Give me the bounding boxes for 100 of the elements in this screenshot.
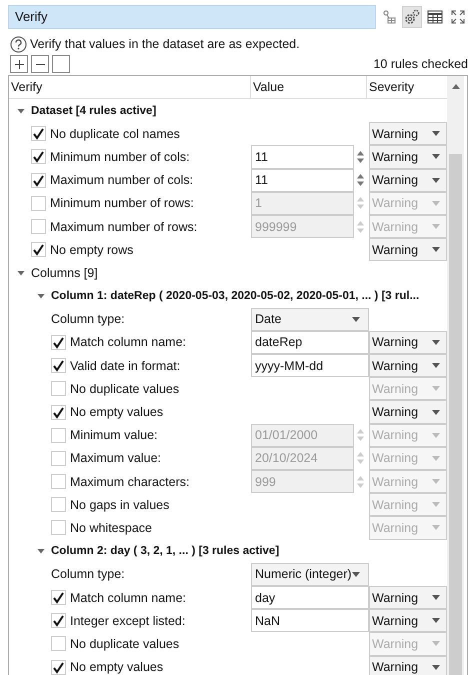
caret-icon <box>432 224 440 230</box>
caret-icon <box>432 340 440 345</box>
checkbox[interactable] <box>51 474 66 490</box>
caret-icon <box>432 410 440 415</box>
caret-icon <box>432 595 440 600</box>
caret-icon <box>432 178 440 183</box>
rule-label: No duplicate col names <box>50 126 180 141</box>
column-header[interactable]: Verify <box>9 76 251 98</box>
rule-label: No duplicate values <box>70 382 180 396</box>
caret-icon <box>432 131 440 136</box>
rule-label: Match column name: <box>70 335 186 350</box>
tree-node-label[interactable]: Columns [9] <box>31 266 98 280</box>
rule-label: Minimum value: <box>70 428 158 442</box>
tree-node-label[interactable]: Column 1: dateRep ( 2020-05-03, 2020-05-02, 2020-05-01, ... ) [3 rul... <box>51 290 420 302</box>
checkbox[interactable] <box>31 196 46 211</box>
column-header[interactable]: Value <box>251 76 367 98</box>
severity-dropdown[interactable]: Warning <box>369 609 447 632</box>
tree-node-label[interactable]: Dataset [4 rules active] <box>31 104 156 117</box>
checkbox[interactable] <box>51 613 66 628</box>
checkbox[interactable] <box>31 172 46 188</box>
checkbox[interactable] <box>31 242 46 258</box>
value-field[interactable]: 11 <box>251 168 354 192</box>
checkbox[interactable] <box>51 404 66 420</box>
checkbox[interactable] <box>51 450 66 466</box>
help-text: Verify that values in the dataset are as expected. <box>30 37 300 51</box>
rule-label: Match column name: <box>70 590 186 605</box>
caret-icon <box>432 664 440 670</box>
checkbox[interactable] <box>51 660 66 675</box>
column-type-dropdown[interactable]: Date <box>251 308 369 331</box>
caret-icon <box>432 386 440 392</box>
checkbox[interactable] <box>51 520 66 536</box>
panel-title: Verify <box>8 5 376 29</box>
value-field[interactable]: 11 <box>251 145 354 169</box>
caret-icon <box>352 572 360 577</box>
checkbox[interactable] <box>51 334 66 350</box>
caret-icon <box>432 479 440 484</box>
remove-button[interactable] <box>31 55 49 73</box>
rule-label: No whitespace <box>70 520 152 535</box>
rule-label: No duplicate values <box>70 636 180 651</box>
spinner-icon[interactable] <box>356 172 365 188</box>
checkbox[interactable] <box>31 149 46 164</box>
tree-node-label[interactable]: Column 2: day ( 3, 2, 1, ... ) [3 rules active] <box>51 545 280 558</box>
value-field[interactable]: dateRep <box>251 330 369 354</box>
caret-icon <box>432 247 440 252</box>
column-header[interactable]: Severity <box>367 76 447 98</box>
field-label: Column type: <box>51 312 125 326</box>
caret-icon <box>432 618 440 624</box>
scroll-up-arrow-icon[interactable] <box>452 84 460 89</box>
column-type-dropdown[interactable]: Numeric (integer) <box>251 562 369 586</box>
expand-arrow-icon[interactable] <box>37 292 45 300</box>
severity-dropdown[interactable]: Warning <box>369 330 447 354</box>
caret-icon <box>432 456 440 461</box>
caret-icon <box>432 502 440 508</box>
checkbox[interactable] <box>51 428 66 443</box>
value-field[interactable]: day <box>251 586 369 610</box>
severity-dropdown[interactable]: Warning <box>369 354 447 378</box>
rules-checked-count: 10 rules checked <box>373 57 468 71</box>
checkbox[interactable] <box>51 590 66 606</box>
rule-label: Maximum number of cols: <box>50 173 194 188</box>
caret-icon <box>432 154 440 160</box>
checkbox[interactable] <box>51 358 66 374</box>
rule-label: No gaps in values <box>70 498 170 512</box>
rule-label: Maximum characters: <box>70 474 190 489</box>
checkbox[interactable] <box>31 126 46 142</box>
rule-label: Valid date in format: <box>70 358 180 373</box>
caret-icon <box>352 316 360 322</box>
rule-label: Minimum number of rows: <box>50 196 194 210</box>
severity-dropdown[interactable]: Warning <box>369 145 447 169</box>
scrollbar[interactable] <box>447 76 464 675</box>
severity-dropdown[interactable]: Warning <box>369 168 447 192</box>
expand-arrow-icon[interactable] <box>17 268 25 277</box>
rule-label: Integer except listed: <box>70 614 186 628</box>
value-field[interactable]: NaN <box>251 609 369 632</box>
plus-icon <box>14 58 24 70</box>
rule-label: Maximum number of rows: <box>50 220 198 234</box>
gears-icon[interactable] <box>402 6 422 28</box>
severity-dropdown[interactable]: Warning <box>369 122 447 146</box>
caret-icon <box>432 525 440 530</box>
severity-dropdown[interactable]: Warning <box>369 586 447 610</box>
rule-label: No empty rows <box>50 242 134 257</box>
checkbox[interactable] <box>51 636 66 652</box>
rule-label: Maximum value: <box>70 451 161 466</box>
help-icon[interactable] <box>10 36 27 52</box>
spinner-icon[interactable] <box>356 148 365 165</box>
rule-label: No empty values <box>70 660 164 674</box>
value-field[interactable]: yyyy-MM-dd <box>251 354 369 378</box>
caret-icon <box>432 363 440 368</box>
checkbox[interactable] <box>51 497 66 512</box>
caret-icon <box>432 641 440 646</box>
severity-dropdown[interactable]: Warning <box>369 238 447 262</box>
checkbox[interactable] <box>31 219 46 234</box>
severity-dropdown[interactable]: Warning <box>369 656 447 675</box>
rule-label: Minimum number of cols: <box>50 150 190 164</box>
expand-arrow-icon[interactable] <box>37 547 45 556</box>
expand-arrow-icon[interactable] <box>17 106 25 115</box>
checkbox[interactable] <box>51 381 66 396</box>
severity-dropdown[interactable]: Warning <box>369 400 447 424</box>
rule-label: No empty values <box>70 405 164 420</box>
add-button[interactable] <box>10 55 28 73</box>
caret-icon <box>432 432 440 438</box>
